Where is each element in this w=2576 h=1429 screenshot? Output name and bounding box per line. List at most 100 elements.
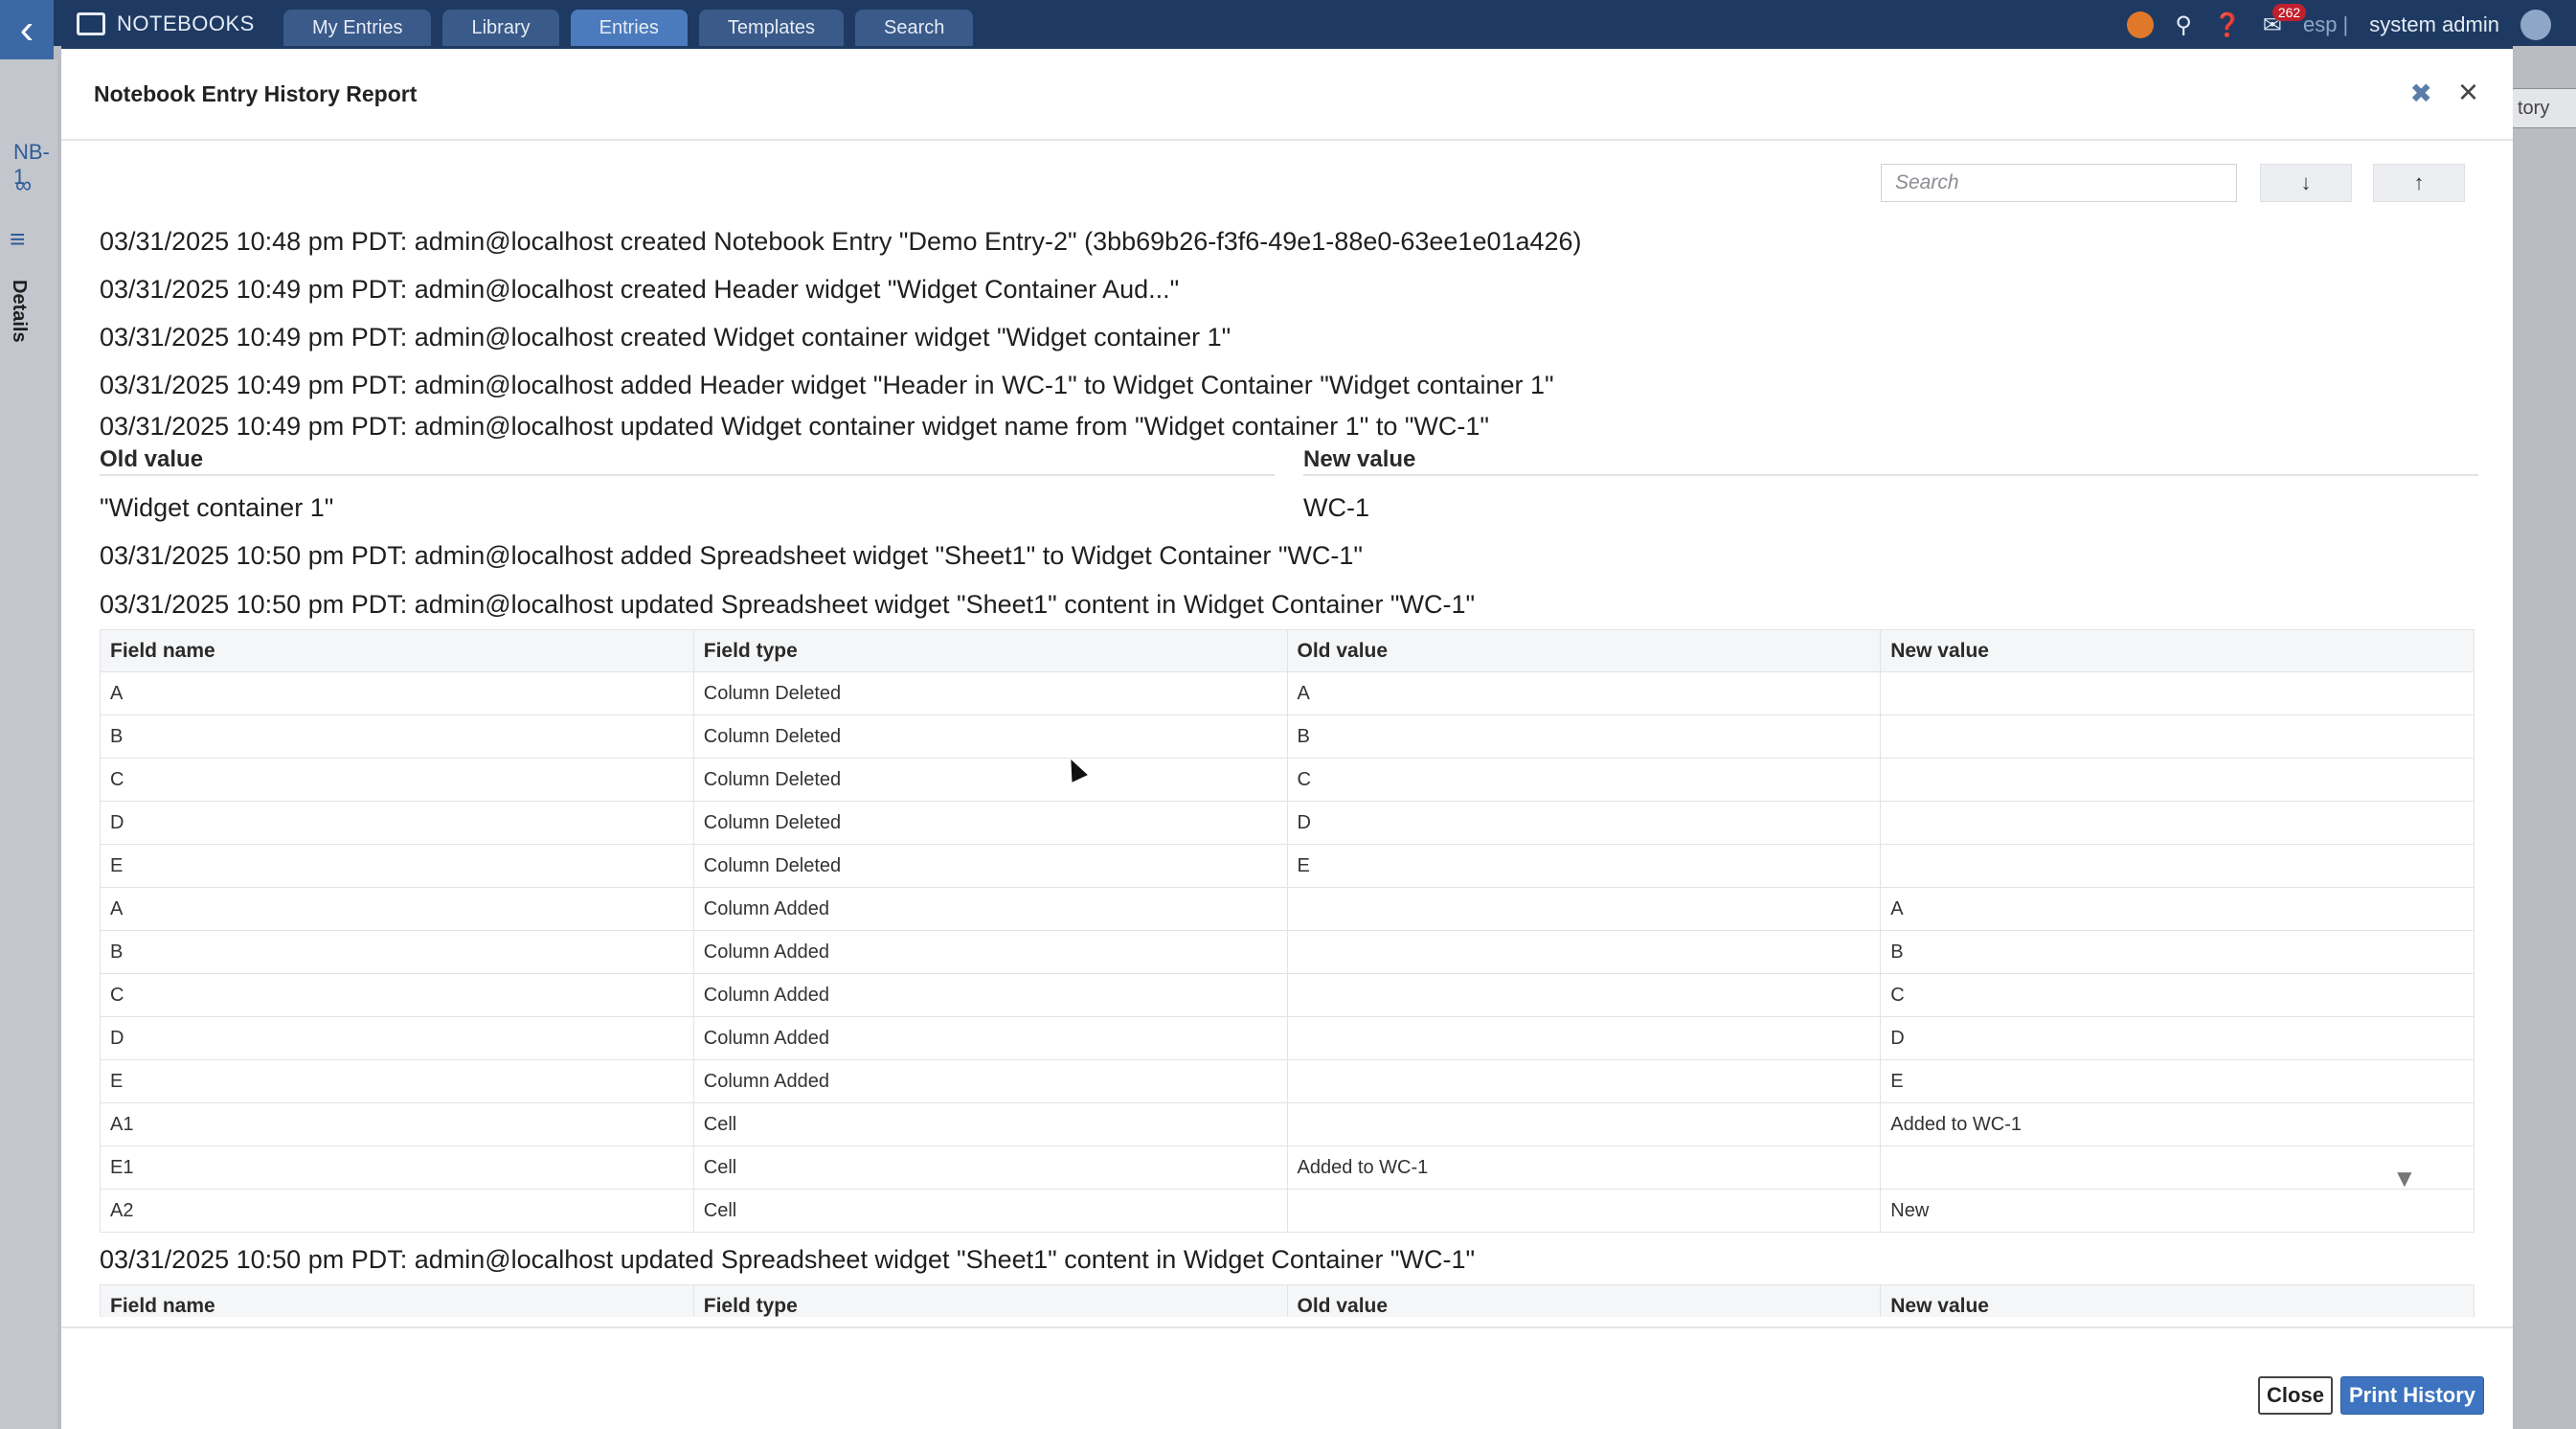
table-cell: E <box>1880 1059 2474 1103</box>
column-header: Field name <box>100 1284 694 1317</box>
table-row: D Column Added D <box>100 1016 2474 1060</box>
back-button[interactable]: ‹ <box>0 0 54 59</box>
table-cell: D <box>100 801 694 845</box>
language-switch[interactable]: esp | <box>2303 12 2348 37</box>
column-header: New value <box>1880 629 2474 672</box>
table-cell: Column Added <box>692 973 1288 1017</box>
search-input[interactable] <box>1881 164 2237 202</box>
table-cell: A <box>100 887 694 931</box>
table-cell <box>1880 671 2474 715</box>
table-cell <box>1286 930 1882 974</box>
table-cell: Cell <box>692 1102 1288 1146</box>
print-history-button[interactable]: Print History <box>2340 1376 2484 1415</box>
tab-entries[interactable]: Entries <box>570 10 688 46</box>
tab-label: Library <box>471 16 531 38</box>
table-cell: A2 <box>100 1189 694 1233</box>
table-cell: Cell <box>692 1189 1288 1233</box>
history-content[interactable]: 03/31/2025 10:48 pm PDT: admin@localhost… <box>100 217 2478 1317</box>
table-cell: E1 <box>100 1145 694 1190</box>
table-cell: E <box>100 1059 694 1103</box>
table-cell: A <box>100 671 694 715</box>
table-cell: A <box>1286 671 1882 715</box>
next-match-button[interactable]: ↓ <box>2260 164 2352 202</box>
history-entry: 03/31/2025 10:50 pm PDT: admin@localhost… <box>100 1245 1476 1274</box>
new-value: WC-1 <box>1303 493 1369 522</box>
status-indicator[interactable] <box>2127 11 2155 38</box>
table-row: E Column Deleted E <box>100 844 2474 888</box>
table-cell: D <box>1880 1016 2474 1060</box>
column-header: Field name <box>100 629 694 672</box>
scroll-down-icon[interactable]: ▼ <box>2392 1164 2417 1193</box>
table-row: D Column Deleted D <box>100 801 2474 845</box>
tab-library[interactable]: Library <box>442 10 559 46</box>
table-cell <box>1880 844 2474 888</box>
tab-templates[interactable]: Templates <box>698 10 845 46</box>
table-cell <box>1286 1059 1882 1103</box>
history-tab[interactable]: tory <box>2511 88 2576 128</box>
table-header-row: Field name Field type Old value New valu… <box>100 1284 2474 1317</box>
tab-search[interactable]: Search <box>855 10 974 46</box>
table-cell: Column Deleted <box>692 714 1288 759</box>
old-value-header: Old value <box>100 443 1275 476</box>
tab-my-entries[interactable]: My Entries <box>283 10 432 46</box>
table-cell: C <box>100 973 694 1017</box>
table-cell: E <box>100 844 694 888</box>
brand-label: NOTEBOOKS <box>117 11 255 35</box>
table-cell: A1 <box>100 1102 694 1146</box>
table-cell: D <box>1286 801 1882 845</box>
table-row: B Column Deleted B <box>100 714 2474 759</box>
column-header: Field type <box>692 629 1288 672</box>
table-row: E Column Added E <box>100 1059 2474 1103</box>
table-header-row: Field name Field type Old value New valu… <box>100 629 2474 672</box>
table-cell: C <box>100 758 694 802</box>
details-tab[interactable]: Details <box>8 280 30 343</box>
tab-label: Entries <box>599 16 659 38</box>
table-cell: C <box>1880 973 2474 1017</box>
tab-label: Search <box>884 16 945 38</box>
table-cell <box>1880 801 2474 845</box>
table-cell: D <box>100 1016 694 1060</box>
history-entry: 03/31/2025 10:48 pm PDT: admin@localhost… <box>100 227 1582 256</box>
table-cell: B <box>1880 930 2474 974</box>
list-icon[interactable]: ≡ <box>10 224 25 255</box>
table-cell: Column Added <box>692 1016 1288 1060</box>
table-cell: Column Added <box>692 1059 1288 1103</box>
column-header: Field type <box>692 1284 1288 1317</box>
modal-footer: Close Print History <box>61 1327 2513 1429</box>
table-cell: Column Added <box>692 887 1288 931</box>
table-cell <box>1286 1102 1882 1146</box>
table-cell: Column Added <box>692 930 1288 974</box>
modal-header: Notebook Entry History Report ✖︎ × <box>61 49 2513 141</box>
table-row: A1 Cell Added to WC-1 <box>100 1102 2474 1146</box>
chevron-left-icon: ‹ <box>19 6 34 53</box>
spreadsheet-changes-table-2: Field name Field type Old value New valu… <box>100 1284 2474 1317</box>
previous-match-button[interactable]: ↑ <box>2373 164 2465 202</box>
avatar[interactable] <box>2520 10 2551 40</box>
search-icon[interactable]: ⚲ <box>2175 11 2192 39</box>
column-header: Old value <box>1286 1284 1882 1317</box>
table-row: A2 Cell New <box>100 1189 2474 1233</box>
close-icon[interactable]: × <box>2458 72 2478 112</box>
table-cell <box>1286 1016 1882 1060</box>
arrow-up-icon: ↑ <box>2413 170 2425 194</box>
tab-label: Templates <box>727 16 816 38</box>
old-value: "Widget container 1" <box>100 493 334 522</box>
table-cell: Cell <box>692 1145 1288 1190</box>
close-button[interactable]: Close <box>2258 1376 2333 1415</box>
tab-label: My Entries <box>312 16 403 38</box>
notifications[interactable]: ✉ 262 <box>2263 3 2307 39</box>
user-name[interactable]: system admin <box>2369 12 2499 37</box>
minimize-icon[interactable]: ✖︎ <box>2410 78 2432 109</box>
app-brand[interactable]: NOTEBOOKS <box>77 11 255 36</box>
table-cell: C <box>1286 758 1882 802</box>
table-row: E1 Cell Added to WC-1 <box>100 1145 2474 1190</box>
table-cell: B <box>100 714 694 759</box>
table-cell: Added to WC-1 <box>1286 1145 1882 1190</box>
link-icon[interactable]: ∞ <box>15 172 32 199</box>
history-report-modal: Notebook Entry History Report ✖︎ × ↓ ↑ 0… <box>61 46 2513 1429</box>
name-change-diff: Old value "Widget container 1" New value… <box>100 443 2478 539</box>
history-entry: 03/31/2025 10:50 pm PDT: admin@localhost… <box>100 541 1364 570</box>
table-cell: B <box>1286 714 1882 759</box>
table-cell: Column Deleted <box>692 671 1288 715</box>
help-icon[interactable]: ❓ <box>2213 11 2242 39</box>
